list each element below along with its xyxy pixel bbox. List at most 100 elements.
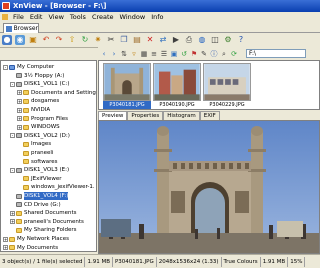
- menu-info[interactable]: Info: [148, 13, 166, 21]
- expand-toggle-icon[interactable]: +: [3, 245, 8, 251]
- settings-icon[interactable]: ✷: [93, 35, 103, 45]
- filter-icon[interactable]: ▿: [130, 50, 138, 58]
- status-colours: True Colours: [222, 256, 261, 267]
- status-filename: P3040181.JPG: [113, 256, 157, 267]
- tree-node[interactable]: + dosgames: [17, 97, 59, 105]
- tree-node[interactable]: + WINDOWS: [17, 123, 60, 131]
- collapse-toggle-icon[interactable]: -: [10, 133, 15, 139]
- tag-icon[interactable]: ⚑: [190, 50, 198, 58]
- info-icon[interactable]: ⓘ: [210, 50, 218, 58]
- tab-properties[interactable]: Properties: [127, 111, 164, 120]
- thumbnail-view-icon[interactable]: ▦: [140, 50, 148, 58]
- options-icon[interactable]: ⚙: [223, 35, 233, 45]
- expand-toggle-icon[interactable]: +: [17, 124, 22, 130]
- nav-back-icon[interactable]: ‹: [100, 50, 108, 58]
- tree-node[interactable]: - DISK1_VOL3 (E:): [10, 166, 69, 174]
- drive-icon: [16, 193, 22, 199]
- tree-node[interactable]: Images: [17, 140, 51, 148]
- expand-toggle-icon[interactable]: +: [17, 90, 22, 96]
- expand-toggle-icon[interactable]: +: [17, 107, 22, 113]
- cut-icon[interactable]: ✂: [106, 35, 116, 45]
- tree-node[interactable]: softwares: [17, 158, 58, 166]
- tree-node[interactable]: - DISK1_VOL2 (D:): [10, 132, 70, 140]
- tree-node[interactable]: - DISK1_VOL1 (C:): [10, 80, 70, 88]
- paste-icon[interactable]: ▤: [132, 35, 142, 45]
- tree-node[interactable]: + praneeli's Documents: [10, 218, 84, 226]
- nav-forward-icon[interactable]: ›: [110, 50, 118, 58]
- thumbnail-item[interactable]: P3040229.JPG: [203, 63, 251, 109]
- folder-icon: [23, 116, 29, 122]
- filter-search-icon[interactable]: ⌕: [220, 50, 228, 58]
- tree-node[interactable]: + My Network Places: [3, 235, 69, 243]
- detail-view-icon[interactable]: ☰: [160, 50, 168, 58]
- rename-icon[interactable]: ✎: [200, 50, 208, 58]
- tab-preview[interactable]: Preview: [98, 111, 128, 120]
- collapse-toggle-icon[interactable]: -: [10, 167, 15, 173]
- tree-node[interactable]: + Documents and Settings: [17, 89, 96, 97]
- tab-browser[interactable]: Browser: [3, 23, 39, 33]
- tree-node[interactable]: + Shared Documents: [10, 209, 76, 217]
- menu-create[interactable]: Create: [89, 13, 117, 21]
- print-icon[interactable]: ⎙: [184, 35, 194, 45]
- tab-exif[interactable]: EXIF: [199, 111, 220, 120]
- folder-icon: [9, 236, 15, 242]
- title-bar: XnView - [Browser - F:\]: [0, 0, 320, 12]
- menu-window[interactable]: Window: [117, 13, 149, 21]
- thumbnail-item[interactable]: P3040190.JPG: [153, 63, 201, 109]
- copy-icon[interactable]: ❐: [119, 35, 129, 45]
- web-icon[interactable]: ◍: [197, 35, 207, 45]
- capture-icon[interactable]: ◫: [210, 35, 220, 45]
- tree-node[interactable]: + My Documents: [3, 244, 58, 251]
- menu-edit[interactable]: Edit: [27, 13, 46, 21]
- back-icon[interactable]: ↶: [41, 35, 51, 45]
- tree-node-label: softwares: [31, 158, 58, 165]
- thumbnail-pane[interactable]: P3040181.JPG P3040190.JPG P3040229.JPG: [98, 60, 320, 110]
- expand-toggle-icon[interactable]: +: [17, 116, 22, 122]
- select-all-icon[interactable]: ▣: [170, 50, 178, 58]
- collapse-toggle-icon[interactable]: -: [3, 64, 8, 70]
- browser-icon[interactable]: ●: [2, 35, 12, 45]
- forward-icon[interactable]: ↷: [54, 35, 64, 45]
- tree-node[interactable]: - My Computer: [3, 63, 54, 71]
- xnview-app-icon[interactable]: [2, 2, 10, 10]
- tree-node[interactable]: windows_jexifViewer-1.: [17, 183, 95, 191]
- tree-node[interactable]: JExifViewer: [17, 175, 62, 183]
- sort-icon[interactable]: ⇅: [120, 50, 128, 58]
- tree-node[interactable]: + NVIDIA: [17, 106, 50, 114]
- sync-icon[interactable]: ⟳: [230, 50, 238, 58]
- path-input[interactable]: F:\: [246, 49, 306, 58]
- status-size: 1.91 MB: [85, 256, 113, 267]
- convert-icon[interactable]: ⇄: [158, 35, 168, 45]
- tree-node[interactable]: DISK1_VOL4 (F:): [10, 192, 69, 200]
- expand-toggle-icon[interactable]: +: [17, 98, 22, 104]
- menu-view[interactable]: View: [45, 13, 66, 21]
- folder-tree[interactable]: - My Computer 3½ Floppy (A:) - DISK1_VOL1 (C…: [0, 60, 97, 252]
- collapse-toggle-icon[interactable]: -: [10, 81, 15, 87]
- view-icon[interactable]: ◉: [15, 35, 25, 45]
- tab-histogram[interactable]: Histogram: [163, 111, 200, 120]
- preview-pane[interactable]: [98, 120, 320, 254]
- rotate-icon[interactable]: ↺: [180, 50, 188, 58]
- tree-node[interactable]: praneeli: [17, 149, 53, 157]
- thumbnail-caption: P3040190.JPG: [159, 102, 195, 108]
- tree-node-label: DISK1_VOL4 (F:): [24, 192, 69, 200]
- slideshow-icon[interactable]: ▶: [171, 35, 181, 45]
- tree-node[interactable]: CD Drive (G:): [10, 201, 61, 209]
- menu-file[interactable]: File: [10, 13, 27, 21]
- about-icon[interactable]: ?: [236, 35, 246, 45]
- menu-app-icon[interactable]: [2, 14, 8, 20]
- expand-toggle-icon[interactable]: +: [3, 236, 8, 242]
- expand-toggle-icon[interactable]: +: [10, 210, 15, 216]
- tree-node-label: My Computer: [17, 64, 55, 70]
- tree-node[interactable]: + Program Files: [17, 115, 68, 123]
- delete-icon[interactable]: ✕: [145, 35, 155, 45]
- tree-node[interactable]: 3½ Floppy (A:): [10, 72, 64, 80]
- refresh-icon[interactable]: ↻: [80, 35, 90, 45]
- folder-up-icon[interactable]: ⇧: [67, 35, 77, 45]
- list-view-icon[interactable]: ≡: [150, 50, 158, 58]
- expand-toggle-icon[interactable]: +: [10, 219, 15, 225]
- thumbnail-item[interactable]: P3040181.JPG: [103, 63, 151, 109]
- tree-node[interactable]: My Sharing Folders: [10, 226, 76, 234]
- open-icon[interactable]: ▣: [28, 35, 38, 45]
- menu-tools[interactable]: Tools: [67, 13, 89, 21]
